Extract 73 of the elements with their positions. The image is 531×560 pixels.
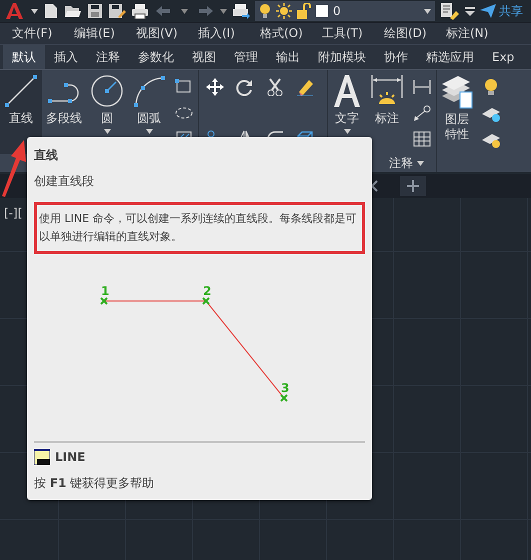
linear-dimension-icon[interactable] [412, 78, 432, 96]
ribbon-tool-button[interactable]: 圆 [86, 70, 128, 154]
move-icon[interactable] [205, 78, 225, 96]
eraser-icon[interactable] [295, 78, 315, 96]
ribbon-tool-button[interactable]: 图层特性 [437, 70, 477, 172]
print-icon[interactable] [131, 3, 149, 19]
sun-icon [276, 3, 292, 19]
color-swatch [316, 5, 328, 17]
scissors-icon[interactable] [265, 78, 285, 96]
ribbon-tool-button[interactable]: 文字 [328, 70, 366, 154]
caret-icon[interactable] [31, 8, 38, 14]
ribbon-tab[interactable]: 参数化 [129, 45, 183, 69]
share-button[interactable]: 共享 [480, 2, 523, 20]
ribbon-tab[interactable]: 附加模块 [309, 45, 375, 69]
new-file-icon[interactable] [43, 3, 59, 19]
paper-plane-icon [480, 4, 496, 18]
arc-tool-icon [132, 74, 166, 108]
leader-icon[interactable] [412, 104, 432, 122]
ribbon-tab[interactable]: Exp [483, 45, 524, 69]
layer-dropdown[interactable]: 0 [255, 1, 435, 21]
unlocked-padlock-icon [297, 3, 311, 19]
caret-icon[interactable] [220, 8, 227, 14]
ribbon-tab[interactable]: 输出 [267, 45, 309, 69]
letter-a-icon [332, 74, 362, 108]
menu-item[interactable]: 插入(I) [198, 25, 260, 42]
point-label: 2 [203, 284, 212, 298]
point-label: 1 [101, 284, 110, 298]
line-tool-icon [4, 74, 38, 108]
point-marker [202, 297, 210, 305]
open-folder-icon[interactable] [64, 4, 82, 18]
match-properties-icon[interactable] [440, 2, 460, 20]
viewport-label[interactable]: [-][ [4, 206, 22, 220]
ribbon-tab[interactable]: 默认 [3, 45, 45, 69]
save-as-icon[interactable] [108, 3, 126, 19]
caret-icon [417, 160, 424, 166]
ribbon-tab[interactable]: 注释 [87, 45, 129, 69]
layer-name: 0 [333, 4, 342, 18]
menu-item[interactable]: 编辑(E) [74, 25, 136, 42]
new-tab-button[interactable] [400, 176, 426, 196]
ribbon-tool-button[interactable]: 标注 [366, 70, 408, 154]
panel-title[interactable]: 注释 [387, 154, 426, 172]
menu-more-icon[interactable] [465, 6, 475, 16]
ribbon-tool-button[interactable]: 圆弧 [128, 70, 170, 154]
menu-item[interactable]: 标注(N) [446, 25, 508, 42]
menu-item[interactable]: 视图(V) [136, 25, 198, 42]
ribbon-tab[interactable]: 精选应用 [417, 45, 483, 69]
app-logo-icon[interactable] [4, 2, 26, 20]
point-label: 3 [281, 381, 290, 395]
ribbon-tab[interactable]: 视图 [183, 45, 225, 69]
point-marker [100, 297, 108, 305]
menu-item[interactable]: 绘图(D) [384, 25, 446, 42]
command-icon [34, 449, 50, 465]
caret-icon [424, 8, 431, 14]
plus-icon [407, 180, 419, 192]
caret-icon[interactable] [181, 8, 188, 14]
tooltip-description: 使用 LINE 命令，可以创建一系列连续的直线段。每条线段都是可以单独进行编辑的直线对象。 [34, 202, 365, 254]
point-marker [280, 394, 288, 402]
menu-item[interactable]: 文件(F) [12, 25, 74, 42]
command-name: LINE [55, 450, 86, 464]
ribbon-tab[interactable]: 管理 [225, 45, 267, 69]
layers-icon [440, 76, 474, 110]
help-hint: 按 F1 键获得更多帮助 [34, 475, 156, 492]
tooltip-subtitle: 创建直线段 [34, 173, 95, 190]
plot-icon[interactable] [232, 3, 250, 19]
rotate-icon[interactable] [235, 78, 255, 96]
menu-item[interactable]: 工具(T) [322, 25, 384, 42]
save-icon[interactable] [87, 3, 103, 19]
menu-item[interactable]: 格式(O) [260, 25, 322, 42]
lightbulb-icon [259, 3, 271, 19]
ribbon-tab[interactable]: 协作 [375, 45, 417, 69]
ribbon-tab[interactable]: 插入 [45, 45, 87, 69]
circle-tool-icon [90, 74, 124, 108]
table-icon[interactable] [412, 130, 432, 148]
